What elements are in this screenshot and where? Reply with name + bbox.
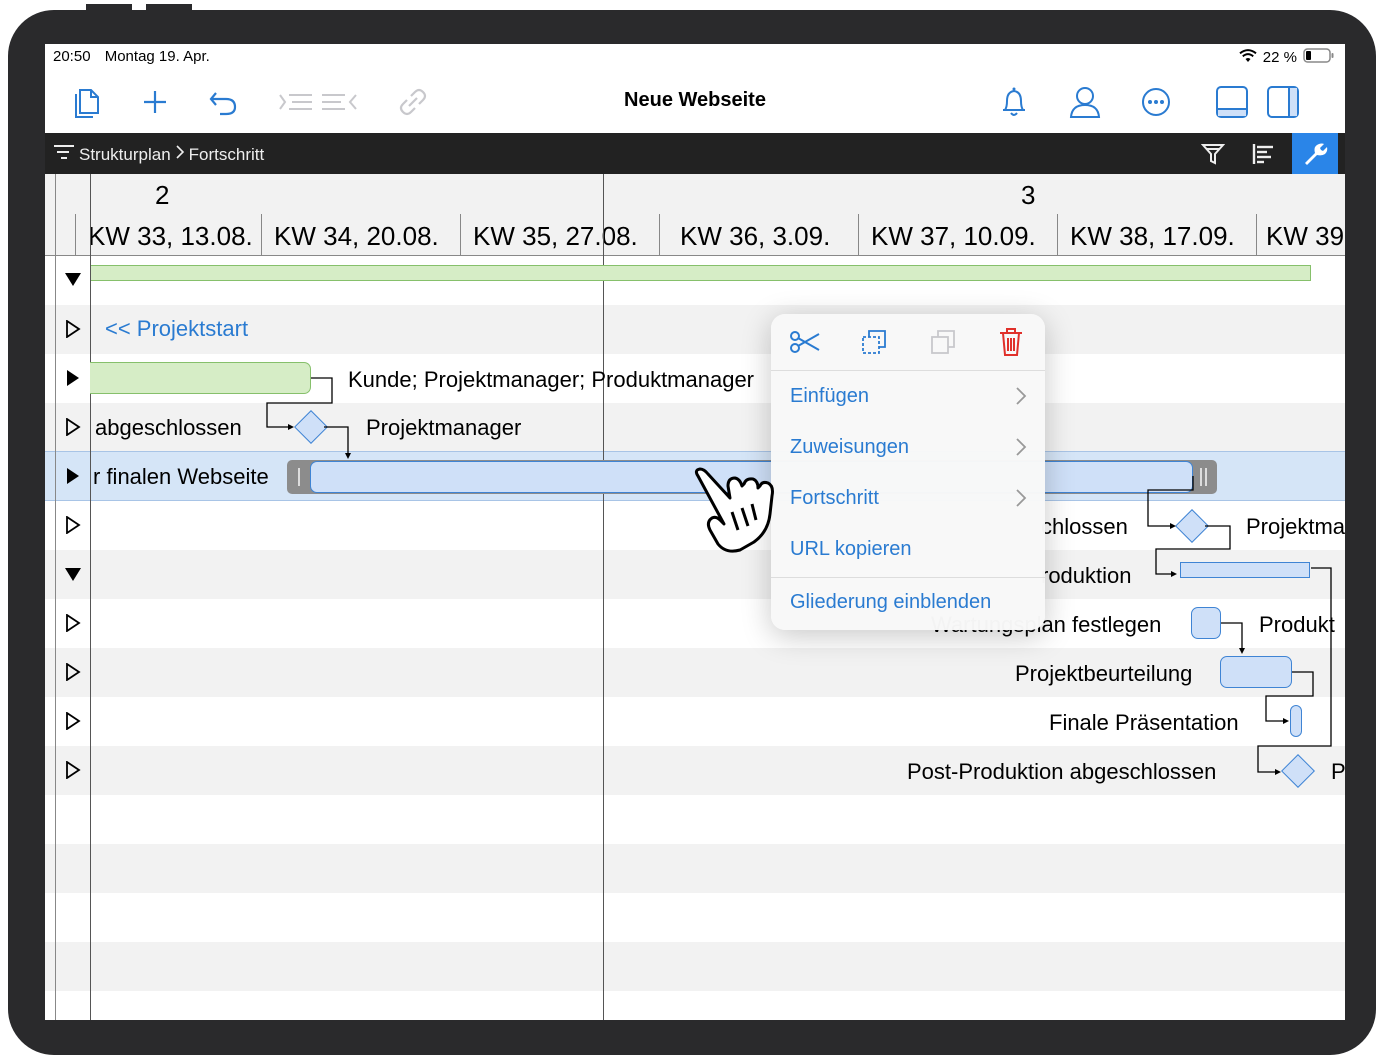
- menu-item-fortschritt[interactable]: Fortschritt: [771, 474, 1045, 525]
- add-icon[interactable]: [135, 82, 175, 122]
- indent-outdent-icon: [277, 82, 359, 122]
- delete-icon[interactable]: [991, 324, 1031, 360]
- touch-pointer-icon: [690, 466, 790, 556]
- duplicate-icon: [923, 324, 963, 360]
- menu-item-gliederung-einblenden[interactable]: Gliederung einblenden: [771, 578, 1045, 629]
- copy-icon[interactable]: [854, 324, 894, 360]
- dependency-lines: [45, 174, 1345, 1020]
- menu-item-label: Zuweisungen: [790, 436, 909, 459]
- screen: 20:50 Montag 19. Apr. 22 % N: [45, 44, 1345, 1020]
- hardware-button: [146, 4, 192, 12]
- context-menu: Einfügen Zuweisungen Fortschritt URL kop…: [771, 314, 1045, 630]
- status-time: 20:50: [53, 48, 91, 65]
- menu-item-zuweisungen[interactable]: Zuweisungen: [771, 423, 1045, 474]
- menu-action-bar: [771, 314, 1045, 371]
- chevron-right-icon: [1015, 386, 1027, 411]
- status-date: Montag 19. Apr.: [105, 48, 210, 65]
- link-icon: [393, 82, 433, 122]
- bottom-panel-icon[interactable]: [1212, 82, 1252, 122]
- gantt-chart: 2 3 KW 33, 13.08. KW 34, 20.08. KW 35, 2…: [45, 174, 1345, 1020]
- cut-icon[interactable]: [785, 324, 825, 360]
- chevron-right-icon: [175, 144, 185, 165]
- filter-icon[interactable]: [1190, 133, 1236, 174]
- chevron-right-icon: [1015, 488, 1027, 513]
- outline-icon: [53, 143, 75, 166]
- gantt-bars-icon[interactable]: [1241, 133, 1287, 174]
- menu-item-einfuegen[interactable]: Einfügen: [771, 372, 1045, 423]
- hardware-button: [86, 4, 132, 12]
- status-bar: 20:50 Montag 19. Apr. 22 %: [45, 44, 1345, 70]
- wrench-icon[interactable]: [1292, 133, 1338, 174]
- menu-item-label: Gliederung einblenden: [790, 591, 991, 614]
- breadcrumb-item[interactable]: Strukturplan: [79, 145, 171, 165]
- battery-icon: [1303, 48, 1335, 67]
- wifi-icon: [1239, 49, 1257, 67]
- undo-icon[interactable]: [203, 82, 243, 122]
- chevron-right-icon: [1015, 437, 1027, 462]
- person-icon[interactable]: [1065, 82, 1105, 122]
- documents-icon[interactable]: [67, 82, 107, 122]
- navigation-bar: Strukturplan Fortschritt: [45, 133, 1345, 174]
- menu-item-label: Einfügen: [790, 385, 869, 408]
- breadcrumb-item[interactable]: Fortschritt: [189, 145, 265, 165]
- bell-icon[interactable]: [994, 82, 1034, 122]
- menu-item-url-kopieren[interactable]: URL kopieren: [771, 525, 1045, 576]
- more-icon[interactable]: [1136, 82, 1176, 122]
- battery-label: 22 %: [1263, 49, 1297, 66]
- breadcrumb: Strukturplan Fortschritt: [53, 143, 264, 166]
- menu-item-label: Fortschritt: [790, 487, 879, 510]
- toolbar: Neue Webseite: [45, 70, 1345, 134]
- side-panel-icon[interactable]: [1263, 82, 1303, 122]
- menu-item-label: URL kopieren: [790, 538, 912, 561]
